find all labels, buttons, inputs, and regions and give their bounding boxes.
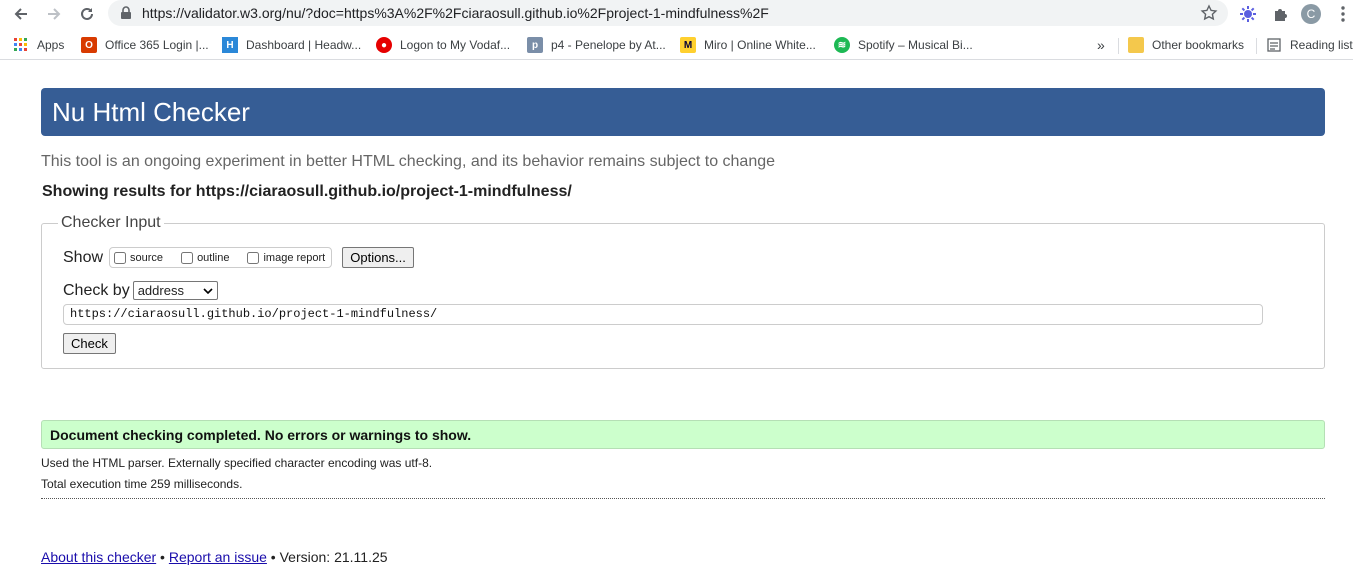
document-url-input[interactable]: https://ciaraosull.github.io/project-1-m… — [63, 304, 1263, 325]
bookmarks-overflow-button[interactable]: » — [1097, 36, 1105, 54]
extension-button[interactable] — [1237, 3, 1259, 25]
check-by-label: Check by — [63, 281, 130, 299]
check-button[interactable]: Check — [63, 333, 116, 354]
bookmark-label: p4 - Penelope by At... — [551, 38, 666, 52]
miro-icon: M — [680, 37, 696, 53]
spotify-icon: ≋ — [834, 37, 850, 53]
bookmark-label: Office 365 Login |... — [105, 38, 209, 52]
outline-checkbox[interactable] — [181, 251, 194, 264]
bookmark-star-icon[interactable] — [1200, 4, 1218, 22]
penelope-icon: p — [527, 37, 543, 53]
execution-time: Total execution time 259 milliseconds. — [41, 477, 243, 491]
forward-button[interactable] — [43, 3, 65, 25]
vodafone-icon: ● — [376, 37, 392, 53]
puzzle-icon — [1275, 9, 1287, 21]
bookmarks-bar: Apps O Office 365 Login |... H Dashboard… — [0, 30, 1353, 60]
headway-icon: H — [222, 37, 238, 53]
check-by-row: Check by address — [63, 281, 218, 300]
reload-button[interactable] — [76, 3, 98, 25]
parser-info: Used the HTML parser. Externally specifi… — [41, 456, 433, 470]
bookmark-label: Dashboard | Headw... — [246, 38, 362, 52]
image-report-checkbox[interactable] — [247, 251, 260, 264]
bookmark-miro[interactable]: M Miro | Online White... — [680, 36, 816, 54]
image-report-option-label: image report — [263, 251, 326, 264]
outline-option[interactable]: outline — [181, 251, 230, 264]
reading-list[interactable]: Reading list — [1266, 36, 1353, 54]
apps-grid-icon — [13, 37, 29, 53]
show-checkbox-group: source outline image report — [109, 247, 333, 268]
bookmark-vodafone[interactable]: ● Logon to My Vodaf... — [376, 36, 510, 54]
outline-option-label: outline — [197, 251, 230, 264]
bookmark-office[interactable]: O Office 365 Login |... — [81, 36, 209, 54]
checker-input-fieldset: Checker Input — [41, 214, 1325, 369]
report-issue-link[interactable]: Report an issue — [169, 549, 267, 565]
about-checker-link[interactable]: About this checker — [41, 549, 156, 565]
reading-list-icon — [1266, 37, 1282, 53]
address-url: https://validator.w3.org/nu/?doc=https%3… — [142, 5, 769, 21]
back-button[interactable] — [10, 3, 32, 25]
bookmark-label: Apps — [37, 38, 65, 52]
bookmark-label: Logon to My Vodaf... — [400, 38, 511, 52]
page-header: Nu Html Checker — [41, 88, 1325, 136]
other-bookmarks[interactable]: Other bookmarks — [1128, 36, 1244, 54]
more-vertical-icon — [1341, 6, 1345, 22]
back-arrow-icon — [14, 8, 27, 20]
lock-icon — [121, 6, 131, 19]
bookmark-spotify[interactable]: ≋ Spotify – Musical Bi... — [834, 36, 973, 54]
folder-icon — [1128, 37, 1144, 53]
checker-input-legend: Checker Input — [61, 214, 161, 231]
avatar: C — [1301, 4, 1321, 24]
intro-text: This tool is an ongoing experiment in be… — [41, 153, 776, 170]
browser-toolbar: https://validator.w3.org/nu/?doc=https%3… — [0, 0, 1353, 28]
check-by-select[interactable]: address — [132, 281, 218, 300]
source-checkbox[interactable] — [114, 251, 127, 264]
options-button[interactable]: Options... — [342, 247, 414, 268]
source-option-label: source — [130, 251, 164, 264]
success-message: Document checking completed. No errors o… — [41, 420, 1325, 449]
showing-results-heading: Showing results for https://ciaraosull.g… — [42, 183, 572, 200]
extension-gear-icon — [1240, 6, 1256, 22]
bookmark-label: Miro | Online White... — [704, 38, 816, 52]
forward-arrow-icon — [48, 8, 61, 20]
bookmark-penelope[interactable]: p p4 - Penelope by At... — [527, 36, 666, 54]
reload-icon — [81, 7, 93, 20]
image-report-option[interactable]: image report — [247, 251, 326, 264]
divider — [41, 498, 1325, 499]
show-options-row: Show source outline image report Options… — [63, 247, 414, 268]
source-option[interactable]: source — [114, 251, 164, 264]
page-title: Nu Html Checker — [52, 97, 250, 127]
bookmarks-divider — [1118, 38, 1119, 54]
other-bookmarks-label: Other bookmarks — [1152, 38, 1245, 52]
show-label: Show — [63, 248, 104, 266]
bookmark-apps[interactable]: Apps — [13, 36, 64, 54]
success-message-text: Document checking completed. No errors o… — [50, 427, 472, 443]
bookmarks-divider — [1256, 38, 1257, 54]
check-by-value: address — [137, 283, 184, 298]
profile-button[interactable]: C — [1300, 3, 1322, 25]
bookmark-headway[interactable]: H Dashboard | Headw... — [222, 36, 361, 54]
footer-separator: • — [156, 549, 169, 565]
browser-menu-button[interactable] — [1332, 3, 1353, 25]
footer: About this checker • Report an issue • V… — [41, 549, 388, 565]
version-text: • Version: 21.11.25 — [266, 549, 388, 565]
bookmark-label: Spotify – Musical Bi... — [858, 38, 973, 52]
office-icon: O — [81, 37, 97, 53]
extensions-menu-button[interactable] — [1269, 3, 1291, 25]
chevron-down-icon — [203, 287, 213, 294]
reading-list-label: Reading list — [1290, 38, 1353, 52]
address-bar[interactable]: https://validator.w3.org/nu/?doc=https%3… — [108, 0, 1228, 26]
